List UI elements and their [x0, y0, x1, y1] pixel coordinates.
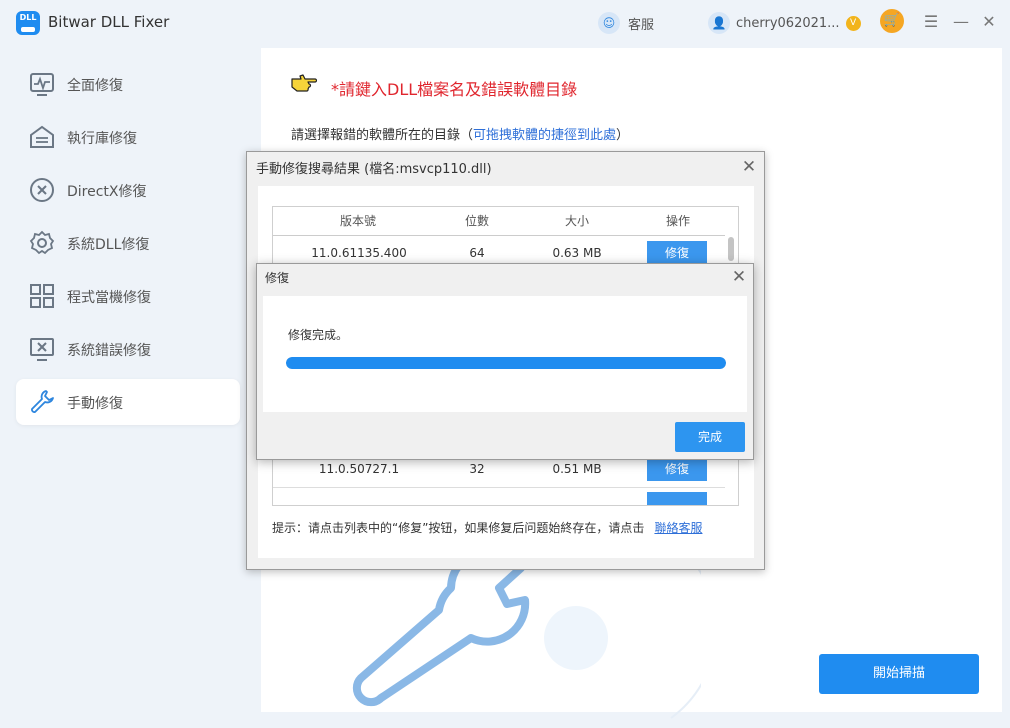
sidebar: 全面修復 執行庫修復 DirectX修復 系統DLL修復 程式當機修復 系統錯誤…	[0, 46, 260, 720]
bits-cell: 64	[469, 246, 485, 260]
size-cell: 0.51 MB	[552, 462, 602, 476]
x-circle-icon	[30, 178, 54, 202]
dialog-body: 修復完成。	[263, 296, 747, 412]
repair-button[interactable]: 修復	[647, 457, 707, 481]
title-bar: DLL Bitwar DLL Fixer ☺ 客服 👤 cherry062021…	[0, 0, 1010, 46]
row-divider	[273, 487, 725, 488]
column-header: 位數	[464, 214, 489, 228]
version-cell: 11.0.50727.1	[318, 462, 400, 476]
vip-badge-icon: V	[845, 15, 861, 31]
close-icon[interactable]: ✕	[740, 158, 758, 176]
app-logo: DLL	[16, 11, 40, 35]
gear-icon	[29, 230, 55, 255]
header-divider	[273, 235, 725, 236]
column-header: 操作	[665, 214, 690, 228]
sidebar-item-runtime-repair[interactable]: 執行庫修復	[16, 114, 240, 160]
sidebar-item-label: 系統錯誤修復	[67, 343, 151, 359]
directory-label: 請選擇報錯的軟體所在的目錄（可拖拽軟體的捷徑到此處）	[291, 124, 629, 143]
close-icon[interactable]: ✕	[978, 11, 1000, 33]
directory-label-suffix: ）	[616, 128, 630, 143]
dialog-title: 修復	[265, 271, 290, 285]
app-title: Bitwar DLL Fixer	[48, 13, 170, 31]
sidebar-item-label: 系統DLL修復	[67, 237, 150, 253]
sidebar-item-directx-repair[interactable]: DirectX修復	[16, 167, 240, 213]
pulse-monitor-icon	[30, 73, 54, 96]
sidebar-item-label: 執行庫修復	[67, 131, 137, 147]
user-avatar-icon: 👤	[708, 12, 730, 34]
menu-icon[interactable]: ☰	[920, 11, 942, 33]
bits-cell: 32	[469, 462, 485, 476]
sidebar-item-label: 手動修復	[67, 396, 123, 412]
user-account[interactable]: 👤 cherry062021... V	[708, 11, 861, 35]
start-scan-button[interactable]: 開始掃描	[819, 654, 979, 694]
headset-icon: ☺	[598, 12, 620, 34]
pointing-hand-icon	[291, 74, 317, 92]
sidebar-item-crash-repair[interactable]: 程式當機修復	[16, 273, 240, 319]
hint-text: 提示：请点击列表中的“修复”按钮，如果修复后问题始終存在，请点击 聯絡客服	[272, 519, 702, 536]
done-button[interactable]: 完成	[675, 422, 745, 452]
column-header: 大小	[564, 214, 589, 228]
repair-dialog: 修復 ✕ 修復完成。 完成	[256, 263, 754, 460]
progress-fill	[286, 357, 726, 369]
username: cherry062021...	[736, 15, 840, 31]
page-heading: *請鍵入DLL檔案名及錯誤軟體目錄	[331, 80, 578, 99]
drag-shortcut-link[interactable]: 可拖拽軟體的捷徑到此處	[473, 128, 616, 143]
repair-button-partial[interactable]	[647, 492, 707, 505]
contact-support-link[interactable]: 聯絡客服	[654, 521, 702, 535]
size-cell: 0.63 MB	[552, 246, 602, 260]
repair-button[interactable]: 修復	[647, 241, 707, 265]
version-cell: 11.0.61135.400	[311, 246, 407, 260]
close-icon[interactable]: ✕	[730, 268, 748, 286]
wrench-icon	[31, 390, 54, 413]
progress-bar	[286, 357, 726, 369]
cart-icon[interactable]: 🛒	[880, 9, 904, 33]
minimize-icon[interactable]: —	[950, 11, 972, 33]
column-header: 版本號	[339, 214, 376, 228]
sidebar-item-manual-repair[interactable]: 手動修復	[16, 379, 240, 425]
monitor-x-icon	[30, 338, 54, 361]
sidebar-item-label: 全面修復	[67, 78, 123, 94]
grid-icon	[30, 284, 54, 308]
directory-label-prefix: 請選擇報錯的軟體所在的目錄（	[291, 128, 474, 143]
sidebar-item-system-error-repair[interactable]: 系統錯誤修復	[16, 326, 240, 372]
hint-message: 提示：请点击列表中的“修复”按钮，如果修复后问题始終存在，请点击	[272, 521, 645, 535]
customer-service-label: 客服	[628, 17, 655, 33]
sidebar-item-full-repair[interactable]: 全面修復	[16, 61, 240, 107]
sidebar-item-system-dll-repair[interactable]: 系統DLL修復	[16, 220, 240, 266]
dialog-title: 手動修復搜尋結果 (檔名:msvcp110.dll)	[256, 162, 492, 177]
customer-service-button[interactable]: ☺ 客服	[598, 11, 654, 35]
status-text: 修復完成。	[288, 328, 349, 342]
library-icon	[30, 125, 54, 148]
sidebar-item-label: DirectX修復	[67, 184, 147, 200]
table-scrollbar[interactable]	[728, 237, 734, 261]
sidebar-item-label: 程式當機修復	[67, 290, 151, 306]
